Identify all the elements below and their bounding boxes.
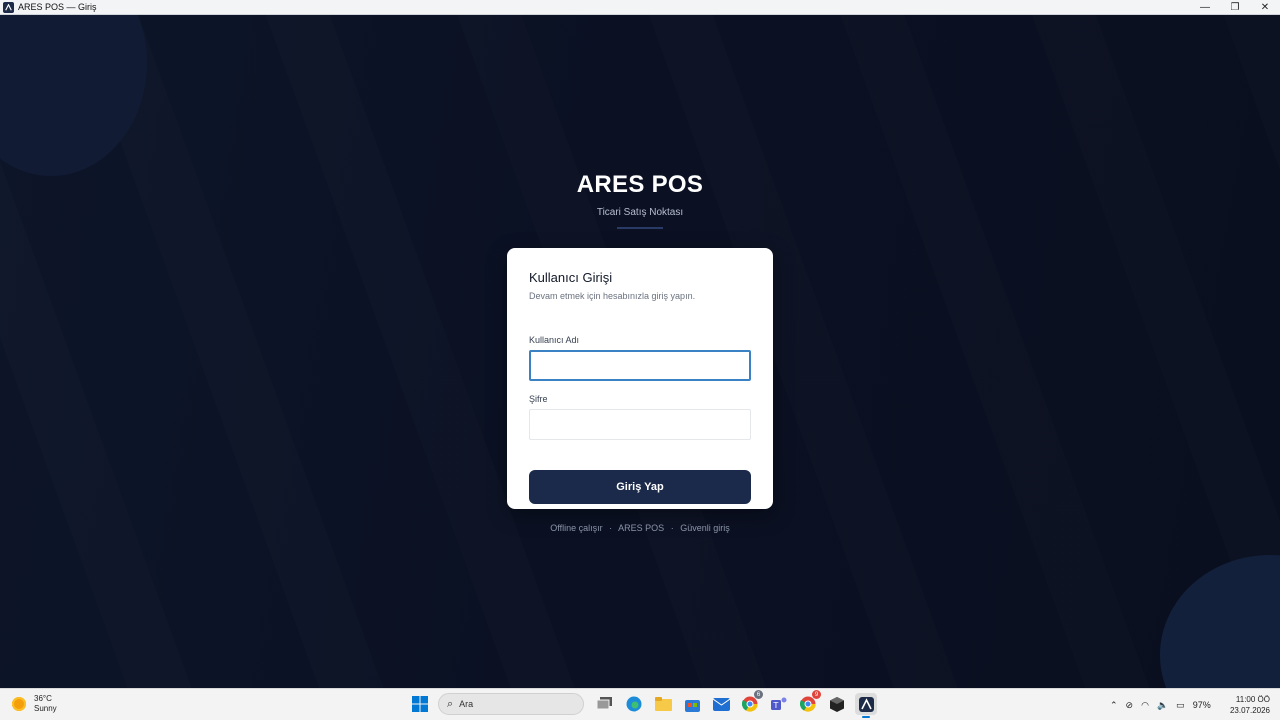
maximize-button[interactable]: ❐ <box>1220 0 1250 15</box>
chrome-icon[interactable]: 6 <box>739 690 763 715</box>
footer-separator: · <box>609 523 613 533</box>
active-indicator <box>862 716 870 718</box>
footer-offline: Offline çalışır <box>550 523 603 533</box>
chrome-badge: 9 <box>812 690 821 699</box>
edge-browser-icon[interactable] <box>623 693 645 715</box>
battery-icon[interactable]: ▭ <box>1176 700 1185 711</box>
window-title: ARES POS — Giriş <box>18 2 97 12</box>
clock-date: 23.07.2026 <box>1229 706 1270 715</box>
password-label: Şifre <box>529 394 548 404</box>
window-titlebar: ARES POS — Giriş — ❐ ✕ <box>0 0 1280 15</box>
footer-secure: Güvenli giriş <box>680 523 730 533</box>
footer-brand: ARES POS <box>618 523 665 533</box>
sun-icon <box>12 697 26 711</box>
footer-separator: · <box>670 523 674 533</box>
login-title: Kullanıcı Girişi <box>529 270 613 285</box>
chevron-up-icon[interactable]: ⌃ <box>1110 700 1118 711</box>
brand-title: ARES POS <box>576 171 704 198</box>
weather-temperature: 36°C <box>34 694 52 703</box>
volume-icon[interactable]: 🔈 <box>1157 700 1168 711</box>
weather-description: Sunny <box>34 704 57 713</box>
chrome-icon[interactable]: 9 <box>797 690 821 715</box>
app-canvas: ARES POS Ticari Satış Noktası Kullanıcı … <box>0 15 1280 688</box>
login-subtitle: Devam etmek için hesabınızla giriş yapın… <box>529 291 696 301</box>
brand-divider <box>617 227 663 229</box>
svg-text:T: T <box>772 701 778 710</box>
username-label: Kullanıcı Adı <box>529 335 580 345</box>
close-button[interactable]: ✕ <box>1250 0 1280 15</box>
windows-start-icon[interactable] <box>409 693 431 715</box>
clock-time: 11:00 ÖÖ <box>1235 695 1270 704</box>
wifi-icon[interactable]: ◠ <box>1141 700 1149 711</box>
ares-app-icon <box>3 1 14 13</box>
login-button[interactable]: Giriş Yap <box>529 470 751 504</box>
battery-percent: 97% <box>1192 700 1211 710</box>
mail-icon[interactable] <box>710 693 732 715</box>
taskbar: 36°C Sunny ⌕ Ara 6 T 9 ⌃ ⊘ ◠ 🔈 ▭ 97% 11:… <box>0 688 1280 720</box>
chrome-badge: 6 <box>754 690 763 699</box>
ares-pos-icon[interactable] <box>855 693 877 718</box>
network-off-icon[interactable]: ⊘ <box>1126 700 1134 711</box>
search-icon: ⌕ <box>447 697 454 710</box>
taskbar-apps: ⌕ Ara 6 T 9 <box>409 690 884 718</box>
footer-note: Offline çalışır · ARES POS · Güvenli gir… <box>0 523 1280 533</box>
brand-subtitle: Ticari Satış Noktası <box>596 207 684 218</box>
weather-widget[interactable]: 36°C Sunny <box>12 694 57 714</box>
app-box-icon[interactable] <box>826 693 848 715</box>
minimize-button[interactable]: — <box>1190 0 1220 15</box>
login-card: Kullanıcı Girişi Devam etmek için hesabı… <box>507 248 773 509</box>
system-tray: ⌃ ⊘ ◠ 🔈 ▭ 97% <box>1110 689 1219 720</box>
task-view-icon[interactable] <box>594 693 616 715</box>
taskbar-search[interactable]: ⌕ Ara <box>438 693 584 715</box>
file-explorer-icon[interactable] <box>652 693 674 715</box>
microsoft-store-icon[interactable] <box>681 693 703 715</box>
search-placeholder: Ara <box>459 699 474 709</box>
password-input[interactable] <box>529 409 751 440</box>
username-input[interactable] <box>529 350 751 381</box>
system-clock[interactable]: 11:00 ÖÖ 23.07.2026 <box>1226 694 1270 716</box>
teams-icon[interactable]: T <box>768 693 790 715</box>
